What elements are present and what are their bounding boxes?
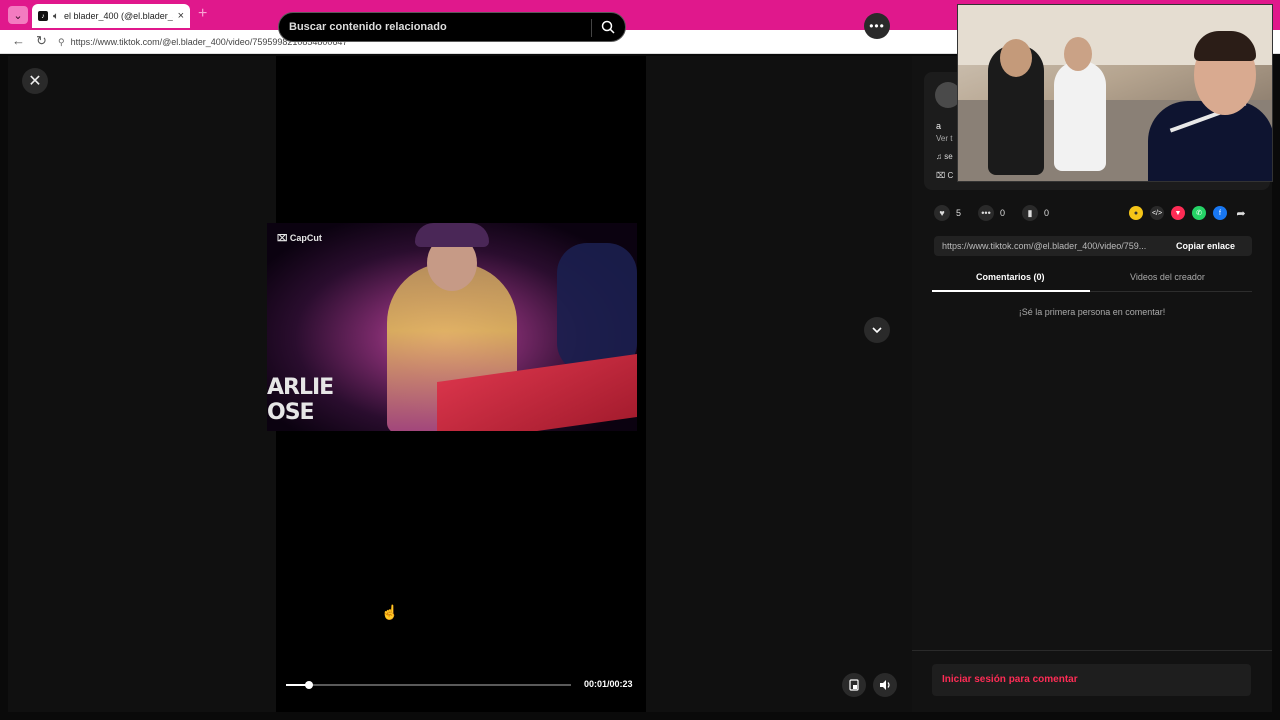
search-placeholder: Buscar contenido relacionado: [289, 21, 447, 33]
embed-icon[interactable]: </>: [1150, 206, 1164, 220]
tab-comments[interactable]: Comentarios (0): [976, 272, 1045, 282]
video-overlay-text: ARLIE OSE: [267, 375, 334, 425]
speaker-icon[interactable]: 🔈︎: [53, 11, 59, 22]
chevron-down-icon: [872, 327, 882, 334]
comment-button[interactable]: ••• 0: [978, 205, 1005, 221]
tab-list-chevron-icon[interactable]: ⌄: [8, 6, 28, 24]
comment-divider: [912, 650, 1272, 651]
login-to-comment-link[interactable]: Iniciar sesión para comentar: [942, 674, 1078, 685]
login-to-comment-box[interactable]: Iniciar sesión para comentar: [932, 664, 1251, 696]
capcut-watermark: ⌧ CapCut: [277, 233, 322, 243]
capcut-template-label[interactable]: ⌧ C: [936, 171, 953, 180]
capcut-label: CapCut: [289, 233, 322, 243]
comment-count: 0: [1000, 208, 1006, 218]
save-count: 0: [1044, 208, 1050, 218]
panel-tabs: Comentarios (0) Videos del creador: [932, 268, 1252, 292]
video-figure-right: [557, 243, 637, 373]
more-options-button[interactable]: •••: [864, 13, 890, 39]
pip-button[interactable]: [842, 673, 866, 697]
video-frame[interactable]: ⌧ CapCut ARLIE OSE: [267, 223, 637, 431]
search-divider: [591, 19, 592, 37]
share-link-text[interactable]: https://www.tiktok.com/@el.blader_400/vi…: [942, 241, 1164, 251]
back-icon[interactable]: ←: [12, 33, 25, 48]
like-button[interactable]: ♥ 5: [934, 205, 961, 221]
screen: ⌄ ♪ 🔈︎ el blader_400 (@el.blader_400 × +…: [0, 0, 1280, 720]
webcam-person-2-head: [1064, 37, 1092, 71]
volume-icon: [879, 680, 890, 690]
site-info-icon[interactable]: ⚲: [58, 37, 65, 48]
whatsapp-icon[interactable]: ✆: [1192, 206, 1206, 220]
hand-cursor-icon: ☝: [381, 604, 399, 620]
copy-link-button[interactable]: Copiar enlace: [1176, 241, 1235, 251]
active-tab-indicator: [932, 290, 1090, 292]
music-name: se: [944, 152, 953, 161]
streamer-webcam-overlay: [957, 4, 1273, 182]
new-tab-icon[interactable]: +: [198, 5, 207, 23]
save-button[interactable]: ▮ 0: [1022, 205, 1049, 221]
browser-tab-active[interactable]: ♪ 🔈︎ el blader_400 (@el.blader_400 ×: [32, 4, 190, 28]
tiktok-favicon-icon: ♪: [38, 11, 48, 21]
progress-bar[interactable]: [286, 681, 571, 689]
next-video-button[interactable]: [864, 317, 890, 343]
heart-icon: ♥: [934, 205, 950, 221]
more-icon: •••: [869, 19, 885, 33]
pip-icon: [849, 679, 859, 691]
reload-icon[interactable]: ↻: [36, 33, 47, 49]
share-arrow-icon[interactable]: ➦: [1234, 206, 1248, 220]
like-count: 5: [956, 208, 962, 218]
author-name[interactable]: a: [936, 121, 941, 131]
send-icon[interactable]: ▼: [1171, 206, 1185, 220]
volume-button[interactable]: [873, 673, 897, 697]
author-see-more[interactable]: Ver t: [936, 134, 952, 143]
playback-time: 00:01/00:23: [584, 679, 633, 689]
empty-comments-message: ¡Sé la primera persona en comentar!: [1018, 307, 1166, 317]
search-icon[interactable]: [601, 20, 615, 34]
coin-share-icon[interactable]: ●: [1129, 206, 1143, 220]
facebook-icon[interactable]: f: [1213, 206, 1227, 220]
webcam-person-1-head: [1000, 39, 1032, 77]
share-link-box: https://www.tiktok.com/@el.blader_400/vi…: [934, 236, 1252, 256]
progress-knob[interactable]: [304, 681, 313, 689]
tab-creator-videos[interactable]: Videos del creador: [1130, 272, 1205, 282]
comment-icon: •••: [978, 205, 994, 221]
tab-close-icon[interactable]: ×: [178, 10, 184, 22]
bookmark-icon: ▮: [1022, 205, 1038, 221]
action-row: ♥ 5 ••• 0 ▮ 0 ● </> ▼ ✆ f ➦: [934, 205, 1254, 223]
related-search-input[interactable]: Buscar contenido relacionado: [278, 12, 626, 42]
close-button[interactable]: ✕: [22, 68, 48, 94]
tab-title: el blader_400 (@el.blader_400: [64, 11, 173, 21]
webcam-person-2: [1054, 61, 1106, 171]
video-figure-hat: [415, 223, 489, 247]
close-icon: ✕: [28, 73, 42, 90]
music-label[interactable]: ♫ se: [936, 152, 953, 161]
template-name: C: [947, 171, 954, 180]
